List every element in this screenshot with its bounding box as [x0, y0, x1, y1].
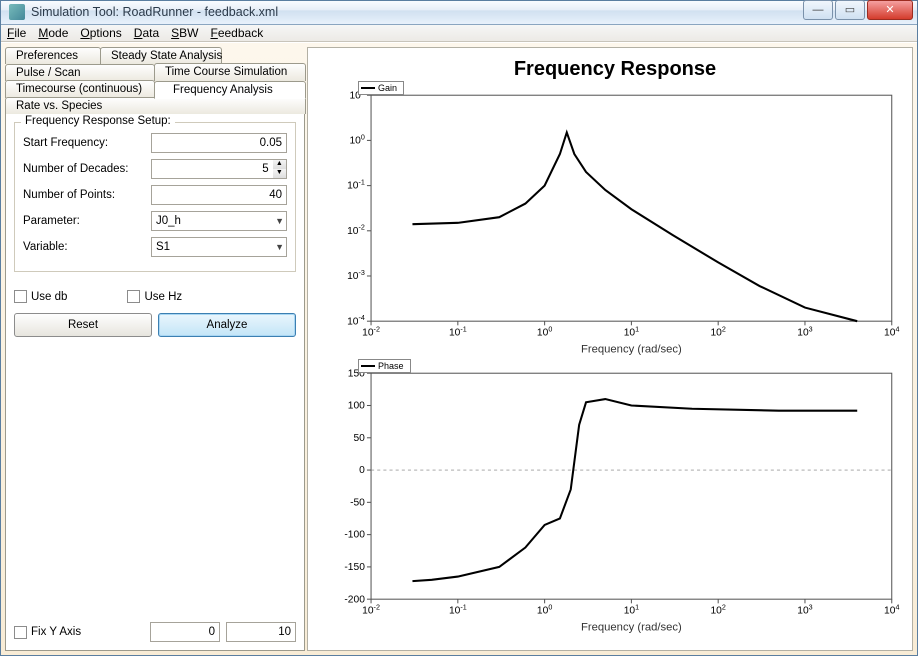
- menubar: File Mode Options Data SBW Feedback: [1, 25, 917, 42]
- svg-text:0: 0: [359, 465, 365, 476]
- parameter-label: Parameter:: [23, 215, 151, 227]
- tab-rate-vs-species[interactable]: Rate vs. Species: [5, 97, 306, 114]
- menu-sbw[interactable]: SBW: [171, 26, 198, 40]
- menu-mode[interactable]: Mode: [38, 26, 68, 40]
- svg-text:101: 101: [624, 602, 639, 616]
- tab-steady-state[interactable]: Steady State Analysis: [100, 47, 222, 64]
- svg-text:10-2: 10-2: [347, 223, 365, 237]
- use-hz-label: Use Hz: [144, 291, 182, 303]
- decades-input[interactable]: [151, 159, 273, 179]
- tab-panel: Frequency Response Setup: Start Frequenc…: [5, 113, 305, 651]
- tab-time-course[interactable]: Time Course Simulation: [154, 63, 306, 81]
- chevron-down-icon: ▼: [275, 242, 284, 252]
- variable-select[interactable]: S1 ▼: [151, 237, 287, 257]
- parameter-value: J0_h: [156, 215, 181, 227]
- svg-text:-200: -200: [344, 594, 365, 605]
- maximize-button[interactable]: ▭: [835, 0, 865, 20]
- start-freq-label: Start Frequency:: [23, 137, 151, 149]
- svg-text:100: 100: [537, 325, 552, 339]
- decades-label: Number of Decades:: [23, 163, 151, 175]
- group-legend: Frequency Response Setup:: [21, 115, 175, 127]
- fix-y-axis-label: Fix Y Axis: [31, 626, 81, 638]
- svg-text:10-1: 10-1: [449, 325, 467, 339]
- svg-text:103: 103: [797, 602, 812, 616]
- start-freq-input[interactable]: [151, 133, 287, 153]
- tab-pulse-scan[interactable]: Pulse / Scan: [5, 64, 155, 81]
- svg-text:103: 103: [797, 325, 812, 339]
- svg-text:10-1: 10-1: [347, 178, 365, 192]
- phase-legend: Phase: [358, 359, 411, 373]
- window-title: Simulation Tool: RoadRunner - feedback.x…: [31, 5, 801, 19]
- chart-pane: Frequency Response Gain 10-2 10-1 100 101 10…: [307, 47, 913, 651]
- decades-spinner[interactable]: ▲▼: [273, 159, 287, 179]
- svg-text:Frequency (rad/sec): Frequency (rad/sec): [581, 621, 682, 633]
- use-hz-checkbox[interactable]: Use Hz: [127, 290, 182, 303]
- svg-text:-150: -150: [344, 561, 365, 572]
- variable-label: Variable:: [23, 241, 151, 253]
- svg-text:Frequency (rad/sec): Frequency (rad/sec): [581, 343, 682, 355]
- svg-text:50: 50: [353, 432, 365, 443]
- fix-y-low-input[interactable]: [150, 622, 220, 642]
- svg-text:-50: -50: [350, 497, 365, 508]
- points-label: Number of Points:: [23, 189, 151, 201]
- minimize-button[interactable]: —: [803, 0, 833, 20]
- svg-text:102: 102: [710, 325, 725, 339]
- svg-text:104: 104: [884, 602, 899, 616]
- menu-data[interactable]: Data: [134, 26, 159, 40]
- points-input[interactable]: [151, 185, 287, 205]
- svg-text:102: 102: [710, 602, 725, 616]
- phase-chart: Phase 10-210-1100101102103104-200-150-10…: [328, 367, 902, 637]
- left-pane: Preferences Steady State Analysis Pulse …: [5, 47, 305, 651]
- reset-button[interactable]: Reset: [14, 313, 152, 337]
- svg-text:100: 100: [537, 602, 552, 616]
- svg-text:10-3: 10-3: [347, 268, 365, 282]
- menu-options[interactable]: Options: [80, 26, 121, 40]
- close-button[interactable]: ✕: [867, 0, 913, 20]
- tabstrip: Preferences Steady State Analysis Pulse …: [5, 47, 305, 114]
- parameter-select[interactable]: J0_h ▼: [151, 211, 287, 231]
- use-db-label: Use db: [31, 291, 67, 303]
- chevron-down-icon: ▼: [275, 216, 284, 226]
- menu-file[interactable]: File: [7, 26, 26, 40]
- gain-legend: Gain: [358, 81, 404, 95]
- svg-text:10-1: 10-1: [449, 602, 467, 616]
- tab-frequency-analysis[interactable]: Frequency Analysis: [154, 81, 306, 99]
- svg-text:100: 100: [348, 400, 365, 411]
- svg-text:101: 101: [624, 325, 639, 339]
- svg-text:100: 100: [350, 132, 365, 146]
- freq-setup-group: Frequency Response Setup: Start Frequenc…: [14, 122, 296, 272]
- analyze-button[interactable]: Analyze: [158, 313, 296, 337]
- titlebar[interactable]: Simulation Tool: RoadRunner - feedback.x…: [1, 1, 917, 25]
- gain-chart: Gain 10-210-110010110210310410-410-310-2…: [328, 89, 902, 359]
- tab-preferences[interactable]: Preferences: [5, 47, 101, 64]
- fix-y-axis-checkbox[interactable]: Fix Y Axis: [14, 626, 81, 639]
- tab-timecourse-cont[interactable]: Timecourse (continuous): [5, 80, 155, 98]
- svg-text:104: 104: [884, 325, 899, 339]
- window-controls: — ▭ ✕: [801, 0, 913, 22]
- chart-title: Frequency Response: [328, 58, 902, 81]
- variable-value: S1: [156, 241, 170, 253]
- menu-feedback[interactable]: Feedback: [210, 26, 263, 40]
- use-db-checkbox[interactable]: Use db: [14, 290, 67, 303]
- fix-y-high-input[interactable]: [226, 622, 296, 642]
- svg-text:10-4: 10-4: [347, 313, 365, 327]
- app-icon: [9, 4, 25, 20]
- svg-text:10-2: 10-2: [362, 325, 380, 339]
- svg-text:-100: -100: [344, 529, 365, 540]
- app-window: Simulation Tool: RoadRunner - feedback.x…: [0, 0, 918, 656]
- client-area: Preferences Steady State Analysis Pulse …: [1, 42, 917, 655]
